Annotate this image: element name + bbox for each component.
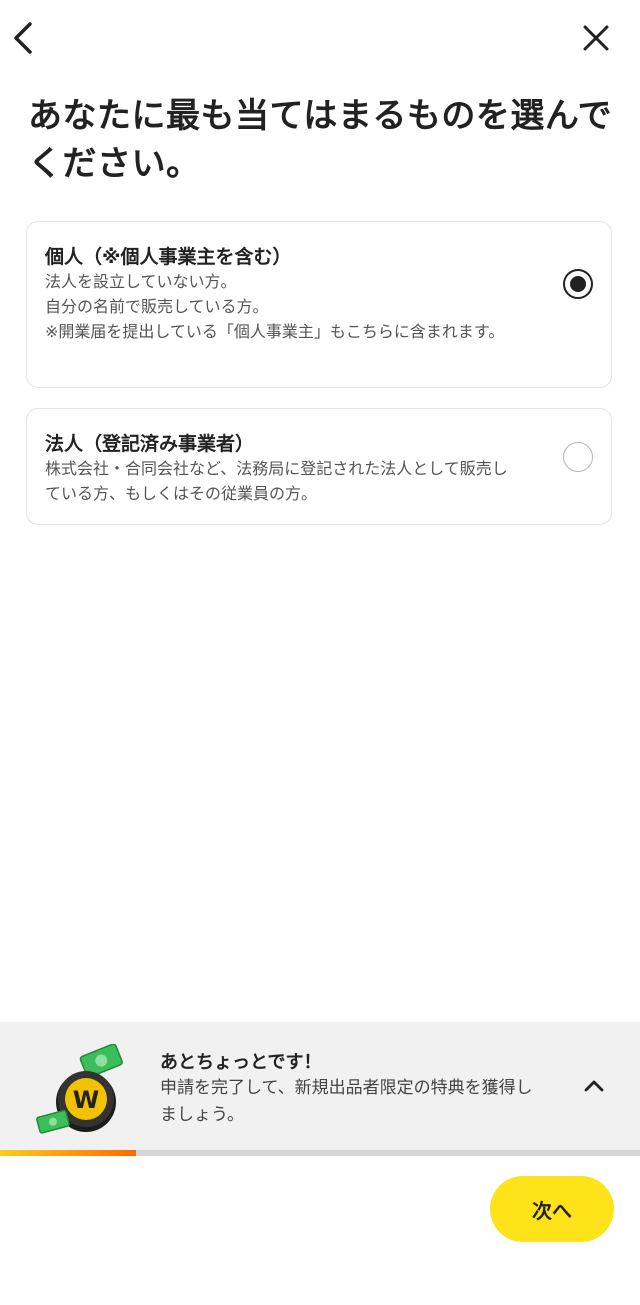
close-icon [583,25,609,51]
radio-unselected[interactable] [563,442,593,472]
option-title: 個人（※個人事業主を含む） [45,246,292,268]
svg-text:W: W [73,1086,99,1114]
option-individual[interactable]: 個人（※個人事業主を含む） 法人を設立していない方。 自分の名前で販売している方。… [26,221,612,388]
option-corporation[interactable]: 法人（登記済み事業者） 株式会社・合同会社など、法務局に登記された法人として販売… [26,408,612,525]
promo-body: 申請を完了して、新規出品者限定の特典を獲得しましょう。 [160,1078,533,1125]
next-button[interactable]: 次へ [490,1176,614,1242]
top-bar [0,0,640,80]
promo-heading: あとちょっとです！ [160,1052,322,1073]
progress-bar [0,1150,640,1156]
chevron-left-icon [14,22,32,54]
option-title: 法人（登記済み事業者） [45,433,255,455]
radio-dot [570,276,586,292]
option-description: 法人を設立していない方。 自分の名前で販売している方。 ※開業届を提出している「個人… [45,272,505,341]
coin-cash-icon: W [36,1044,123,1134]
option-description: 株式会社・合同会社など、法務局に登記された法人として販売している方、もしくはその… [45,459,508,503]
promo-banner: W あとちょっとです！ 申請を完了して、新規出品者限定の特典を獲得しましょう。 [0,1022,640,1150]
promo-toggle-button[interactable] [574,1066,614,1106]
close-button[interactable] [574,16,618,60]
progress-fill [0,1150,137,1156]
chevron-up-icon [584,1080,604,1092]
page-title: あなたに最も当てはまるものを選んでください。 [28,96,613,184]
back-button[interactable] [2,16,46,60]
radio-selected[interactable] [563,269,593,299]
